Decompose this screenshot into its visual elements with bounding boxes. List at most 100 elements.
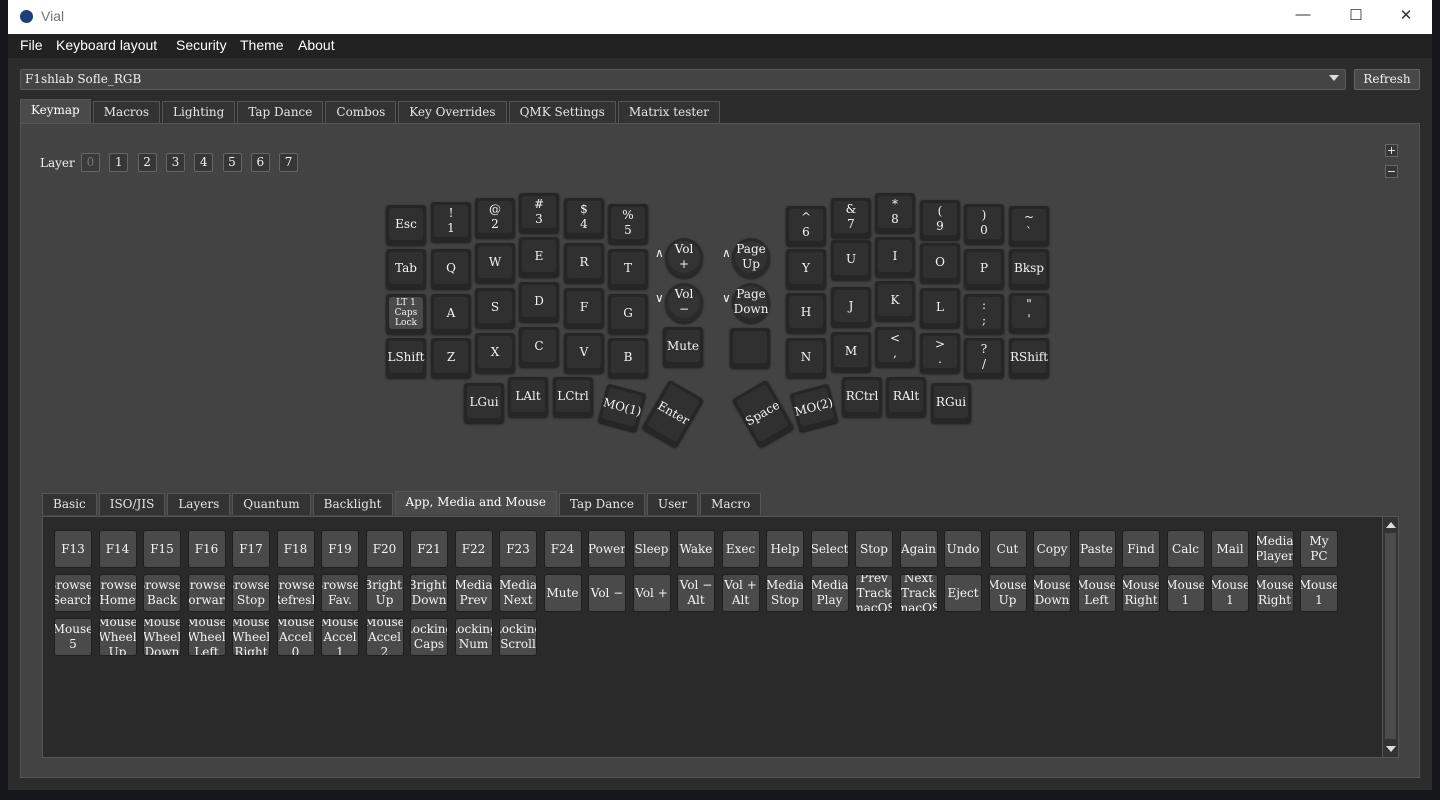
key-b[interactable]: B	[608, 338, 648, 378]
keycode-cut[interactable]: Cut	[988, 530, 1027, 568]
keycode-vol[interactable]: Vol −	[588, 574, 626, 612]
key-o[interactable]: O	[920, 243, 960, 283]
keycode-tab-user[interactable]: User	[646, 493, 699, 515]
keycode-wake[interactable]: Wake	[677, 530, 715, 568]
device-select[interactable]: F1shlab Sofle_RGB	[20, 69, 1346, 90]
keycode-eject[interactable]: Eject	[944, 574, 982, 612]
menu-theme[interactable]: Theme	[240, 37, 284, 53]
key-a[interactable]: A	[431, 294, 471, 334]
keycode-mouse-up[interactable]: Mouse Up	[988, 574, 1027, 612]
key-blank[interactable]: " '	[1009, 293, 1049, 333]
key-c[interactable]: C	[519, 327, 559, 367]
keycode-f18[interactable]: F18	[276, 530, 315, 568]
keycode-prev-track-macos[interactable]: Prev Track macOS	[855, 574, 893, 612]
keycode-stop[interactable]: Stop	[855, 530, 893, 568]
keycode-vol-alt[interactable]: Vol + Alt	[721, 574, 760, 612]
keycode-paste[interactable]: Paste	[1077, 530, 1116, 568]
keycode-f22[interactable]: F22	[454, 530, 493, 568]
tab-qmk-settings[interactable]: QMK Settings	[508, 101, 616, 123]
layer-button-3[interactable]: 3	[165, 153, 185, 172]
zoom-out-button[interactable]: −	[1385, 165, 1398, 178]
key-7[interactable]: & 7	[831, 198, 871, 238]
keycode-browser-refresh[interactable]: Browser Refresh	[276, 574, 315, 612]
layer-button-1[interactable]: 1	[109, 153, 129, 172]
key-k[interactable]: K	[875, 281, 915, 321]
keycode-mouse-accel-2[interactable]: Mouse Accel 2	[365, 618, 404, 656]
keycode-mouse-accel-1[interactable]: Mouse Accel 1	[321, 618, 359, 656]
key-lt-1-caps-lock[interactable]: LT 1 Caps Lock	[386, 294, 426, 334]
key-blank[interactable]: ~ `	[1009, 206, 1049, 246]
keycode-media-play[interactable]: Media Play	[810, 574, 849, 612]
keycode-media-stop[interactable]: Media Stop	[766, 574, 804, 612]
key-n[interactable]: N	[786, 338, 826, 378]
key-j[interactable]: J	[831, 287, 871, 327]
keycode-mouse-wheel-down[interactable]: Mouse Wheel Down	[143, 618, 181, 656]
encoder-page-down[interactable]: Page Down ∨	[722, 283, 770, 323]
key-u[interactable]: U	[831, 240, 871, 280]
minimize-button[interactable]: —	[1288, 6, 1318, 23]
key-6[interactable]: ^ 6	[786, 206, 826, 246]
keycode-power[interactable]: Power	[588, 530, 626, 568]
keycode-f15[interactable]: F15	[143, 530, 181, 568]
key-ralt[interactable]: RAlt	[886, 377, 926, 417]
encoder-vol-up[interactable]: Vol + ∧	[655, 238, 703, 278]
keycode-tab-iso-jis[interactable]: ISO/JIS	[98, 493, 166, 515]
keycode-undo[interactable]: Undo	[944, 530, 982, 568]
keycode-find[interactable]: Find	[1122, 530, 1160, 568]
key-rgui[interactable]: RGui	[931, 383, 971, 423]
keycode-f14[interactable]: F14	[98, 530, 137, 568]
keycode-browser-home[interactable]: Browser Home	[98, 574, 137, 612]
tab-keymap[interactable]: Keymap	[20, 99, 91, 123]
key-s[interactable]: S	[475, 288, 515, 328]
keycode-locking-scroll[interactable]: Locking Scroll	[499, 618, 537, 656]
keycode-vol[interactable]: Vol +	[632, 574, 671, 612]
key-8[interactable]: * 8	[875, 193, 915, 233]
key-p[interactable]: P	[964, 249, 1004, 289]
keycode-again[interactable]: Again	[899, 530, 938, 568]
keycode-mouse-1[interactable]: Mouse 1	[1300, 574, 1338, 612]
keycode-f13[interactable]: F13	[54, 530, 92, 568]
key-blank[interactable]: ? /	[964, 338, 1004, 378]
keycode-tab-basic[interactable]: Basic	[42, 493, 97, 515]
key-blank[interactable]	[730, 328, 770, 368]
keycode-f19[interactable]: F19	[321, 530, 359, 568]
encoder-page-up[interactable]: Page Up ∧	[722, 238, 770, 278]
key-t[interactable]: T	[608, 249, 648, 289]
key-2[interactable]: @ 2	[475, 198, 515, 238]
layer-button-5[interactable]: 5	[222, 153, 242, 172]
key-0[interactable]: ) 0	[964, 204, 1004, 244]
keycode-vol-alt[interactable]: Vol − Alt	[677, 574, 715, 612]
key-lctrl[interactable]: LCtrl	[553, 377, 593, 417]
keycode-exec[interactable]: Exec	[721, 530, 760, 568]
keycode-mouse-5[interactable]: Mouse 5	[54, 618, 92, 656]
key-lshift[interactable]: LShift	[386, 338, 426, 378]
keycode-calc[interactable]: Calc	[1166, 530, 1205, 568]
keycode-mute[interactable]: Mute	[543, 574, 582, 612]
scroll-down-icon[interactable]	[1386, 746, 1396, 752]
key-v[interactable]: V	[564, 333, 604, 373]
key-bksp[interactable]: Bksp	[1009, 249, 1049, 289]
keycode-mail[interactable]: Mail	[1211, 530, 1249, 568]
refresh-button[interactable]: Refresh	[1354, 69, 1420, 90]
keycode-media-next[interactable]: Media Next	[499, 574, 537, 612]
tab-key-overrides[interactable]: Key Overrides	[398, 101, 507, 123]
keycode-f17[interactable]: F17	[232, 530, 270, 568]
keycode-tab-app-media-and-mouse[interactable]: App, Media and Mouse	[394, 491, 557, 515]
key-rshift[interactable]: RShift	[1009, 338, 1049, 378]
keycode-mouse-wheel-left[interactable]: Mouse Wheel Left	[187, 618, 226, 656]
layer-button-6[interactable]: 6	[250, 153, 270, 172]
keycode-tab-layers[interactable]: Layers	[167, 493, 231, 515]
keycode-select[interactable]: Select	[810, 530, 849, 568]
key-z[interactable]: Z	[431, 338, 471, 378]
keycode-locking-caps[interactable]: Locking Caps	[410, 618, 448, 656]
keycode-tab-macro[interactable]: Macro	[700, 493, 762, 515]
encoder-vol-down[interactable]: Vol − ∨	[655, 283, 703, 323]
scroll-thumb[interactable]	[1385, 533, 1396, 739]
maximize-button[interactable]: ☐	[1341, 6, 1371, 24]
layer-button-0[interactable]: 0	[81, 153, 100, 172]
keycode-mouse-right[interactable]: Mouse Right	[1255, 574, 1294, 612]
key-y[interactable]: Y	[786, 249, 826, 289]
keycode-bright-up[interactable]: Bright. Up	[365, 574, 404, 612]
key-l[interactable]: L	[920, 288, 960, 328]
keycode-tab-tap-dance[interactable]: Tap Dance	[558, 493, 645, 515]
